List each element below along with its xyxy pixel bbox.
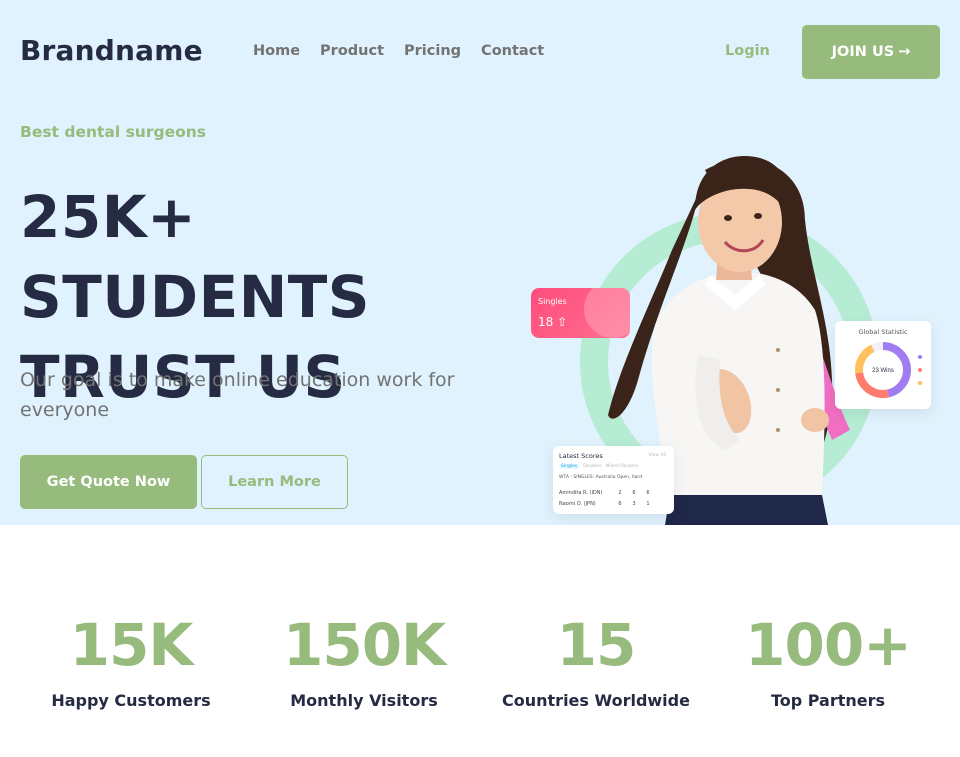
singles-card: Singles 18 ⇧ [531, 288, 630, 338]
set-score: 3 [632, 501, 636, 507]
set-score: 6 [618, 501, 622, 507]
player-name: Naomi O. (JPN) [559, 501, 596, 507]
nav-product[interactable]: Product [320, 43, 384, 59]
stat-happy-customers: 15K Happy Customers [15, 613, 247, 710]
stat-value: 15K [69, 611, 194, 679]
latest-scores-card: Latest Scores View All Singles Doubles M… [553, 446, 674, 514]
stat-label: Monthly Visitors [290, 691, 438, 710]
stat-top-partners: 100+ Top Partners [712, 613, 944, 710]
donut-center-label: 23 Wins [872, 368, 894, 374]
global-statistic-card: Global Statistic 23 Wins [835, 321, 931, 409]
score-row: Amindita R. (IDN) 2 6 6 [559, 490, 655, 496]
stat-monthly-visitors: 150K Monthly Visitors [248, 613, 480, 710]
nav-pricing[interactable]: Pricing [404, 43, 461, 59]
hero-subtext: Our goal is to make online education wor… [20, 369, 455, 421]
singles-value: 18 [538, 315, 554, 329]
tab-mixed-doubles[interactable]: Mixed Doubles [605, 464, 638, 469]
singles-label: Singles [538, 297, 567, 306]
headline-line-1: 25K+ STUDENTS [20, 183, 371, 331]
up-arrow-icon: ⇧ [557, 315, 568, 329]
stat-value: 150K [282, 611, 446, 679]
scores-tabs: Singles Doubles Mixed Doubles [559, 464, 639, 469]
stat-value: 15 [556, 611, 637, 679]
global-statistic-title: Global Statistic [858, 328, 908, 336]
main-nav: Home Product Pricing Contact [253, 43, 544, 59]
join-us-button[interactable]: JOIN US → [802, 25, 940, 79]
stat-countries-worldwide: 15 Countries Worldwide [480, 613, 712, 710]
hero-section: Brandname Home Product Pricing Contact L… [0, 0, 960, 525]
tab-singles[interactable]: Singles [559, 464, 580, 469]
hero-tagline: Best dental surgeons [20, 123, 206, 141]
card-bubble-decoration [584, 288, 630, 338]
set-score: 6 [632, 490, 636, 496]
stat-label: Happy Customers [51, 691, 211, 710]
get-quote-button[interactable]: Get Quote Now [20, 455, 197, 509]
stat-label: Top Partners [770, 691, 886, 710]
view-all-link[interactable]: View All [648, 453, 666, 458]
legend-dots [918, 355, 922, 394]
set-score: 2 [618, 490, 622, 496]
login-link[interactable]: Login [725, 43, 770, 59]
learn-more-button[interactable]: Learn More [201, 455, 348, 509]
join-us-label: JOIN US [831, 44, 895, 60]
player-name: Amindita R. (IDN) [559, 490, 603, 496]
latest-scores-title: Latest Scores [559, 452, 603, 460]
tab-doubles[interactable]: Doubles [583, 464, 601, 469]
arrow-right-icon: → [898, 44, 911, 60]
score-row: Naomi O. (JPN) 6 3 1 [559, 501, 655, 507]
event-name: WTA - SINGLES: Australia Open, hard [559, 475, 643, 480]
nav-home[interactable]: Home [253, 43, 300, 59]
stat-value: 100+ [745, 611, 912, 679]
donut-chart-icon: 23 Wins [855, 342, 911, 398]
stat-label: Countries Worldwide [502, 691, 690, 710]
set-score: 6 [646, 490, 650, 496]
stats-section: 15K Happy Customers 150K Monthly Visitor… [0, 525, 960, 757]
singles-value-row: 18 ⇧ [538, 315, 567, 329]
set-score: 1 [646, 501, 650, 507]
nav-contact[interactable]: Contact [481, 43, 544, 59]
brand-logo[interactable]: Brandname [20, 34, 203, 67]
